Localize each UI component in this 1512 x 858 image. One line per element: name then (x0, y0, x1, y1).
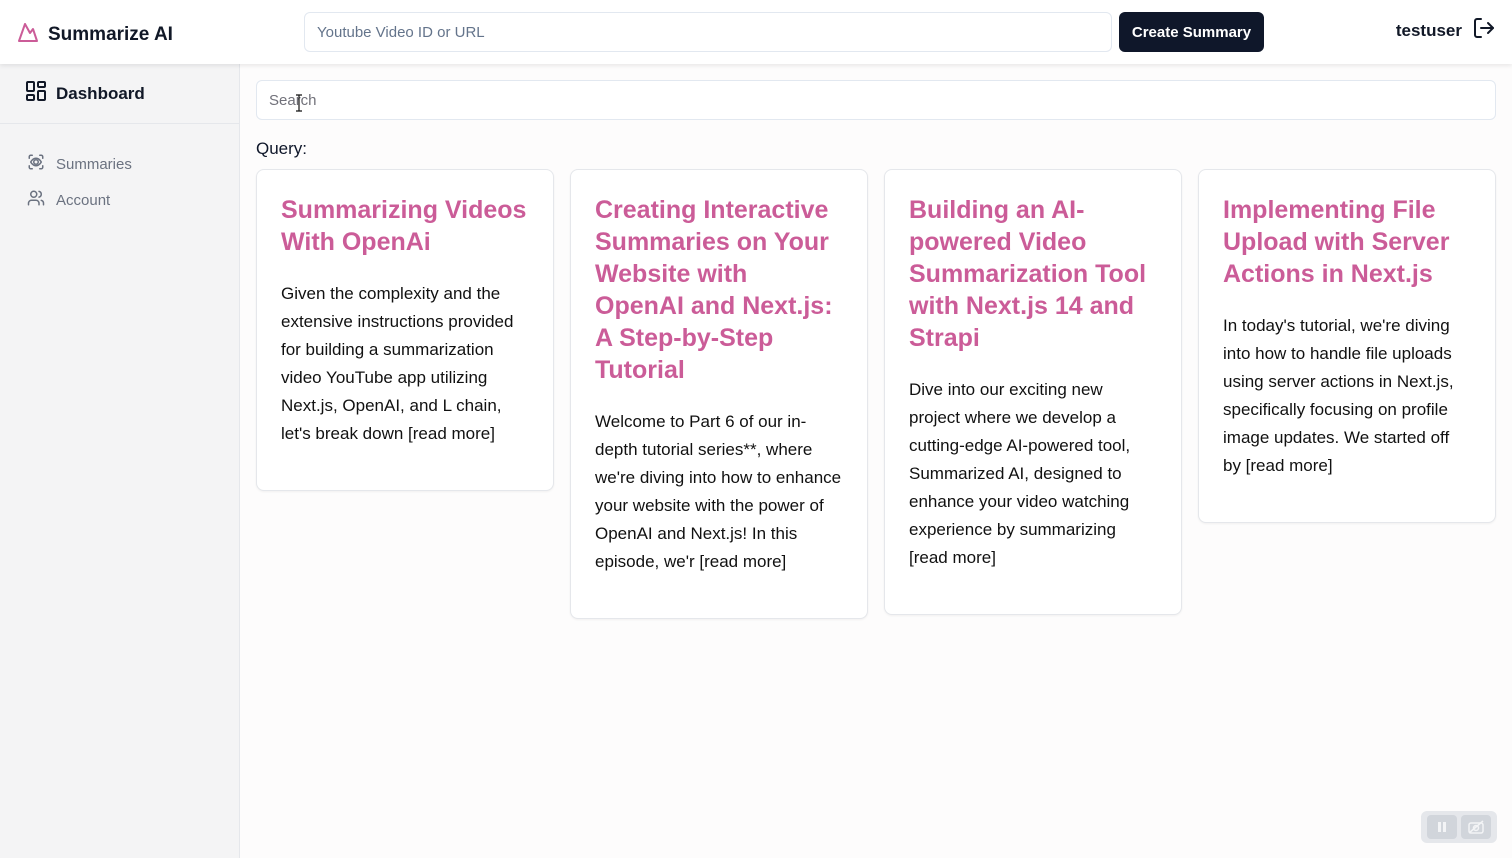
camera-off-button[interactable] (1461, 815, 1491, 839)
sidebar-item-summaries[interactable]: Summaries (0, 146, 239, 182)
mountain-logo-icon (16, 20, 40, 49)
brand-logo[interactable]: Summarize AI (16, 20, 173, 49)
card-body: Welcome to Part 6 of our in-depth tutori… (595, 412, 842, 571)
sidebar-dashboard-label: Dashboard (56, 83, 145, 103)
card-body: In today's tutorial, we're diving into h… (1223, 316, 1454, 475)
card-title: Implementing File Upload with Server Act… (1223, 196, 1450, 288)
summary-card[interactable]: Creating Interactive Summaries on Your W… (570, 169, 868, 619)
dashboard-icon (24, 79, 48, 108)
sidebar-item-label: Account (56, 191, 111, 209)
logout-icon[interactable] (1472, 16, 1496, 45)
youtube-url-input[interactable] (304, 12, 1112, 52)
sidebar-item-account[interactable]: Account (0, 182, 239, 218)
summary-card[interactable]: Implementing File Upload with Server Act… (1198, 169, 1496, 523)
sidebar-nav: Summaries Account (0, 124, 239, 218)
username: testuser (1395, 20, 1462, 40)
pause-icon (1438, 822, 1446, 832)
summary-card[interactable]: Summarizing Videos With OpenAi Given the… (256, 169, 554, 491)
pause-button[interactable] (1427, 815, 1457, 839)
card-title: Summarizing Videos With OpenAi (281, 196, 527, 256)
search-input[interactable] (256, 80, 1496, 120)
camera-off-icon (1468, 820, 1484, 834)
card-body: Given the complexity and the extensive i… (281, 284, 514, 443)
card-title: Building an AI-powered Video Summarizati… (909, 196, 1147, 352)
sidebar: Dashboard Summaries Account (0, 64, 240, 858)
sidebar-item-label: Summaries (56, 155, 132, 173)
card-body: Dive into our exciting new project where… (909, 380, 1131, 567)
summary-card[interactable]: Building an AI-powered Video Summarizati… (884, 169, 1182, 615)
top-header: Summarize AI Create Summary testuser (0, 0, 1512, 64)
sidebar-item-dashboard[interactable]: Dashboard (0, 64, 239, 124)
main-content: Query: Summarizing Videos With OpenAi Gi… (256, 80, 1496, 619)
card-title: Creating Interactive Summaries on Your W… (595, 196, 833, 384)
text-cursor-icon (296, 94, 302, 112)
floating-controls (1421, 811, 1497, 843)
create-summary-button[interactable]: Create Summary (1119, 12, 1264, 52)
users-icon (27, 189, 45, 211)
summary-cards: Summarizing Videos With OpenAi Given the… (256, 169, 1496, 619)
user-menu: testuser (1396, 16, 1496, 45)
brand-name: Summarize AI (48, 23, 173, 45)
query-label: Query: (256, 139, 308, 158)
summaries-icon (27, 153, 45, 175)
